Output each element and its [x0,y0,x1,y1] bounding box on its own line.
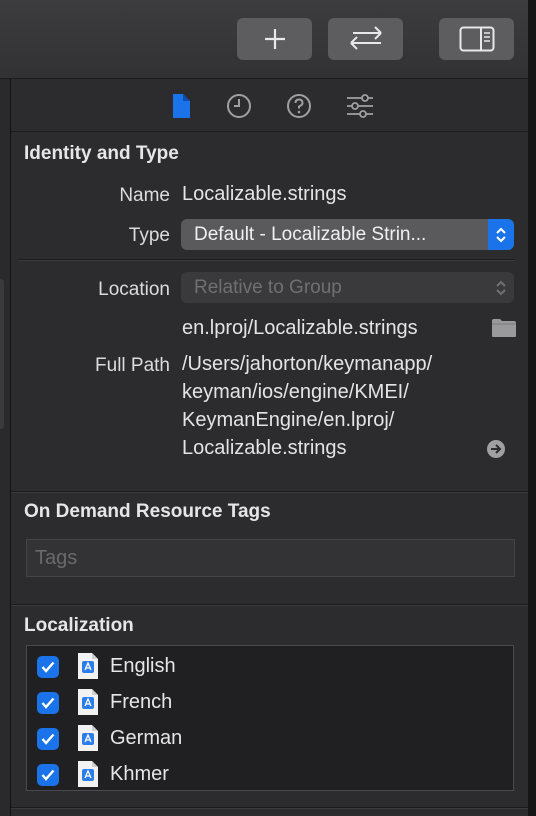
checkmark-icon [41,769,55,781]
khmer-checkbox[interactable] [37,764,59,786]
swap-arrows-icon [349,26,382,50]
add-library-button[interactable] [237,18,312,60]
language-name: French [110,691,173,713]
file-icon [173,94,190,118]
chevron-updown-icon [496,227,506,242]
list-item[interactable]: English [27,650,513,686]
sliders-icon [347,94,373,118]
strings-file-icon [78,653,98,679]
section-divider [11,491,528,493]
checkmark-icon [41,733,55,745]
checkmark-icon [41,697,55,709]
type-popup-stepper[interactable] [488,219,514,250]
tab-history-inspector[interactable] [224,91,254,121]
full-path-line: Localizable.strings [182,437,347,459]
inspector-tab-bar [11,79,528,132]
history-clock-icon [227,94,251,118]
english-checkbox[interactable] [37,656,59,678]
section-divider [11,604,528,606]
tab-quick-help[interactable] [284,91,314,121]
language-name: Khmer [110,763,169,785]
list-item[interactable]: German [27,722,513,758]
localization-title: Localization [24,615,134,636]
german-checkbox[interactable] [37,728,59,750]
window-edge [528,0,536,816]
toggle-inspector-button[interactable] [439,18,514,60]
splitter-handle[interactable] [0,279,4,429]
navigator-edge [0,79,11,816]
type-popup-value: Default - Localizable Strin... [194,224,427,245]
folder-icon[interactable] [491,318,517,338]
strings-file-icon [78,761,98,787]
toolbar [0,0,528,79]
localization-list: English French German Khmer [26,645,514,791]
french-checkbox[interactable] [37,692,59,714]
language-name: English [110,655,176,677]
strings-file-icon [78,689,98,715]
plus-icon [264,29,285,49]
strings-file-icon [78,725,98,751]
full-path-line: keyman/ios/engine/KMEI/ [182,381,409,403]
sidebar-toggle-icon [459,26,494,52]
list-item[interactable]: Khmer [27,758,513,794]
full-path-label: Full Path [95,355,170,376]
on-demand-tags-title: On Demand Resource Tags [24,501,271,522]
list-item[interactable]: French [27,686,513,722]
full-path-line: KeymanEngine/en.lproj/ [182,409,395,431]
identity-type-title: Identity and Type [24,143,179,164]
location-popup-value: Relative to Group [194,277,342,298]
location-popup[interactable]: Relative to Group [181,272,514,303]
location-popup-stepper[interactable] [488,272,514,303]
relative-path-value: en.lproj/Localizable.strings [182,317,418,339]
tags-input[interactable]: Tags [26,539,515,577]
file-inspector: Identity and Type Name Localizable.strin… [11,79,528,816]
type-popup[interactable]: Default - Localizable Strin... [181,219,514,250]
code-review-button[interactable] [328,18,403,60]
tab-attributes-inspector[interactable] [345,91,375,121]
help-question-icon [287,94,311,118]
type-label: Type [128,225,170,246]
chevron-updown-icon [496,280,506,295]
identity-divider [18,259,515,261]
name-label: Name [119,185,170,206]
checkmark-icon [41,661,55,673]
full-path-line: /Users/jahorton/keymanapp/ [182,353,433,375]
language-name: German [110,727,183,749]
reveal-in-finder-arrow-icon[interactable] [486,439,506,459]
tab-file-inspector[interactable] [166,91,196,121]
name-field[interactable]: Localizable.strings [182,183,347,206]
section-divider [11,807,528,809]
location-label: Location [98,279,170,300]
